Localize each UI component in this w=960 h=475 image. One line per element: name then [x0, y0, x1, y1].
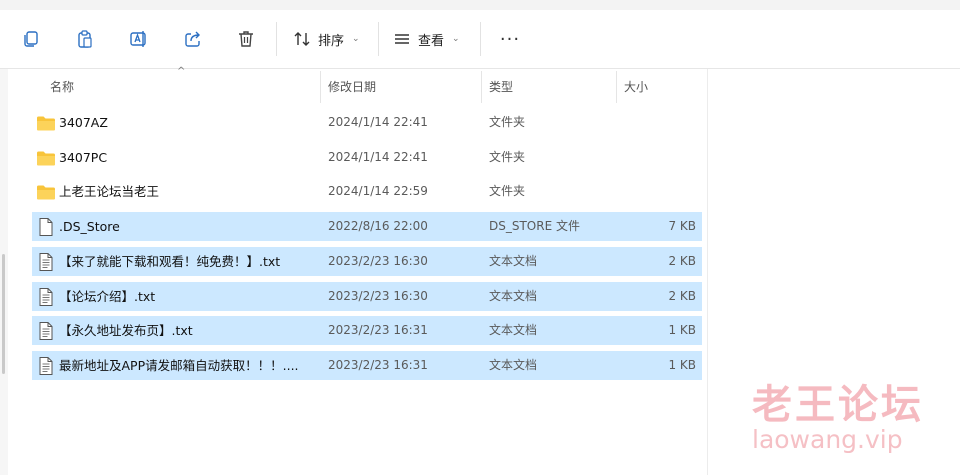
column-header-type-label: 类型 [489, 79, 514, 94]
view-label: 查看 [418, 33, 445, 49]
rename-button[interactable] [124, 24, 154, 54]
command-bar: 排序 ⌄ 查看 ⌄ ··· [0, 10, 960, 69]
navigation-pane-edge [0, 69, 8, 475]
sort-icon [294, 32, 310, 46]
chevron-down-icon: ⌄ [452, 34, 460, 44]
file-type: DS_STORE 文件 [489, 219, 580, 233]
file-name: 【永久地址发布页】.txt [59, 323, 193, 338]
text-file-icon [39, 253, 53, 271]
file-date: 2023/2/23 16:31 [328, 358, 428, 372]
toolbar-separator [276, 22, 277, 56]
file-type: 文件夹 [489, 150, 526, 164]
column-header-size[interactable]: 大小 [616, 69, 706, 103]
file-row-selected[interactable]: 最新地址及APP请发邮箱自动获取！！！.... 2023/2/23 16:31 … [32, 351, 702, 380]
file-size: 2 KB [668, 289, 696, 303]
file-row-selected[interactable]: 【永久地址发布页】.txt 2023/2/23 16:31 文本文档 1 KB [32, 316, 702, 345]
file-name: 3407AZ [59, 115, 108, 130]
folder-icon [37, 151, 55, 166]
column-header-date[interactable]: 修改日期 [320, 69, 482, 103]
column-end-divider [707, 69, 708, 475]
file-size: 7 KB [668, 219, 696, 233]
file-row[interactable]: 3407AZ 2024/1/14 22:41 文件夹 [32, 108, 702, 137]
file-type: 文件夹 [489, 115, 526, 129]
toolbar-separator [378, 22, 379, 56]
file-size: 1 KB [668, 358, 696, 372]
folder-icon [37, 116, 55, 131]
file-icon [39, 218, 53, 236]
file-date: 2023/2/23 16:30 [328, 289, 428, 303]
column-header-name-label: 名称 [50, 79, 75, 94]
file-name: 最新地址及APP请发邮箱自动获取！！！.... [59, 358, 299, 373]
file-date: 2023/2/23 16:30 [328, 254, 428, 268]
share-icon [185, 31, 200, 47]
watermark-url: laowang.vip [752, 425, 903, 454]
view-lines-icon [395, 34, 409, 44]
file-type: 文本文档 [489, 358, 538, 372]
file-name: .DS_Store [59, 219, 120, 234]
copy-icon [24, 31, 38, 47]
file-date: 2022/8/16 22:00 [328, 219, 428, 233]
sort-menu-button[interactable]: 排序 ⌄ [292, 24, 360, 54]
file-name: 【来了就能下载和观看！纯免费！】.txt [59, 254, 281, 269]
view-menu-button[interactable]: 查看 ⌄ [392, 24, 460, 54]
delete-icon [239, 31, 253, 47]
file-row-selected[interactable]: 【论坛介绍】.txt 2023/2/23 16:30 文本文档 2 KB [32, 282, 702, 311]
more-icon: ··· [499, 28, 521, 50]
sort-ascending-icon: ^ [177, 66, 186, 77]
column-header-size-label: 大小 [624, 79, 649, 94]
file-type: 文本文档 [489, 323, 538, 337]
column-header-date-label: 修改日期 [328, 79, 377, 94]
file-size: 2 KB [668, 254, 696, 268]
copy-button[interactable] [16, 24, 46, 54]
file-type: 文本文档 [489, 289, 538, 303]
folder-icon [37, 185, 55, 200]
delete-button[interactable] [231, 24, 261, 54]
rename-icon [130, 31, 146, 47]
text-file-icon [39, 322, 53, 340]
toolbar-separator [480, 22, 481, 56]
chevron-down-icon: ⌄ [352, 34, 360, 44]
scrollbar-thumb[interactable] [2, 254, 5, 374]
window-top-strip [0, 0, 960, 10]
share-button[interactable] [178, 24, 208, 54]
file-size: 1 KB [668, 323, 696, 337]
file-name: 【论坛介绍】.txt [59, 289, 156, 304]
file-date: 2024/1/14 22:41 [328, 115, 428, 129]
text-file-icon [39, 357, 53, 375]
file-type: 文件夹 [489, 184, 526, 198]
file-name: 3407PC [59, 150, 108, 165]
sort-label: 排序 [318, 33, 345, 49]
watermark-title: 老王论坛 [752, 382, 924, 428]
file-type: 文本文档 [489, 254, 538, 268]
more-options-button[interactable]: ··· [495, 24, 525, 54]
file-date: 2024/1/14 22:59 [328, 184, 428, 198]
file-name: 上老王论坛当老王 [59, 184, 160, 199]
file-row-selected[interactable]: .DS_Store 2022/8/16 22:00 DS_STORE 文件 7 … [32, 212, 702, 241]
file-date: 2023/2/23 16:31 [328, 323, 428, 337]
file-row-selected[interactable]: 【来了就能下载和观看！纯免费！】.txt 2023/2/23 16:30 文本文… [32, 247, 702, 276]
paste-button[interactable] [70, 24, 100, 54]
text-file-icon [39, 288, 53, 306]
paste-icon [78, 30, 92, 48]
column-header-row: 名称 ^ 修改日期 类型 大小 [32, 66, 708, 103]
file-row[interactable]: 3407PC 2024/1/14 22:41 文件夹 [32, 143, 702, 172]
file-date: 2024/1/14 22:41 [328, 150, 428, 164]
column-header-type[interactable]: 类型 [481, 69, 617, 103]
file-row[interactable]: 上老王论坛当老王 2024/1/14 22:59 文件夹 [32, 177, 702, 206]
